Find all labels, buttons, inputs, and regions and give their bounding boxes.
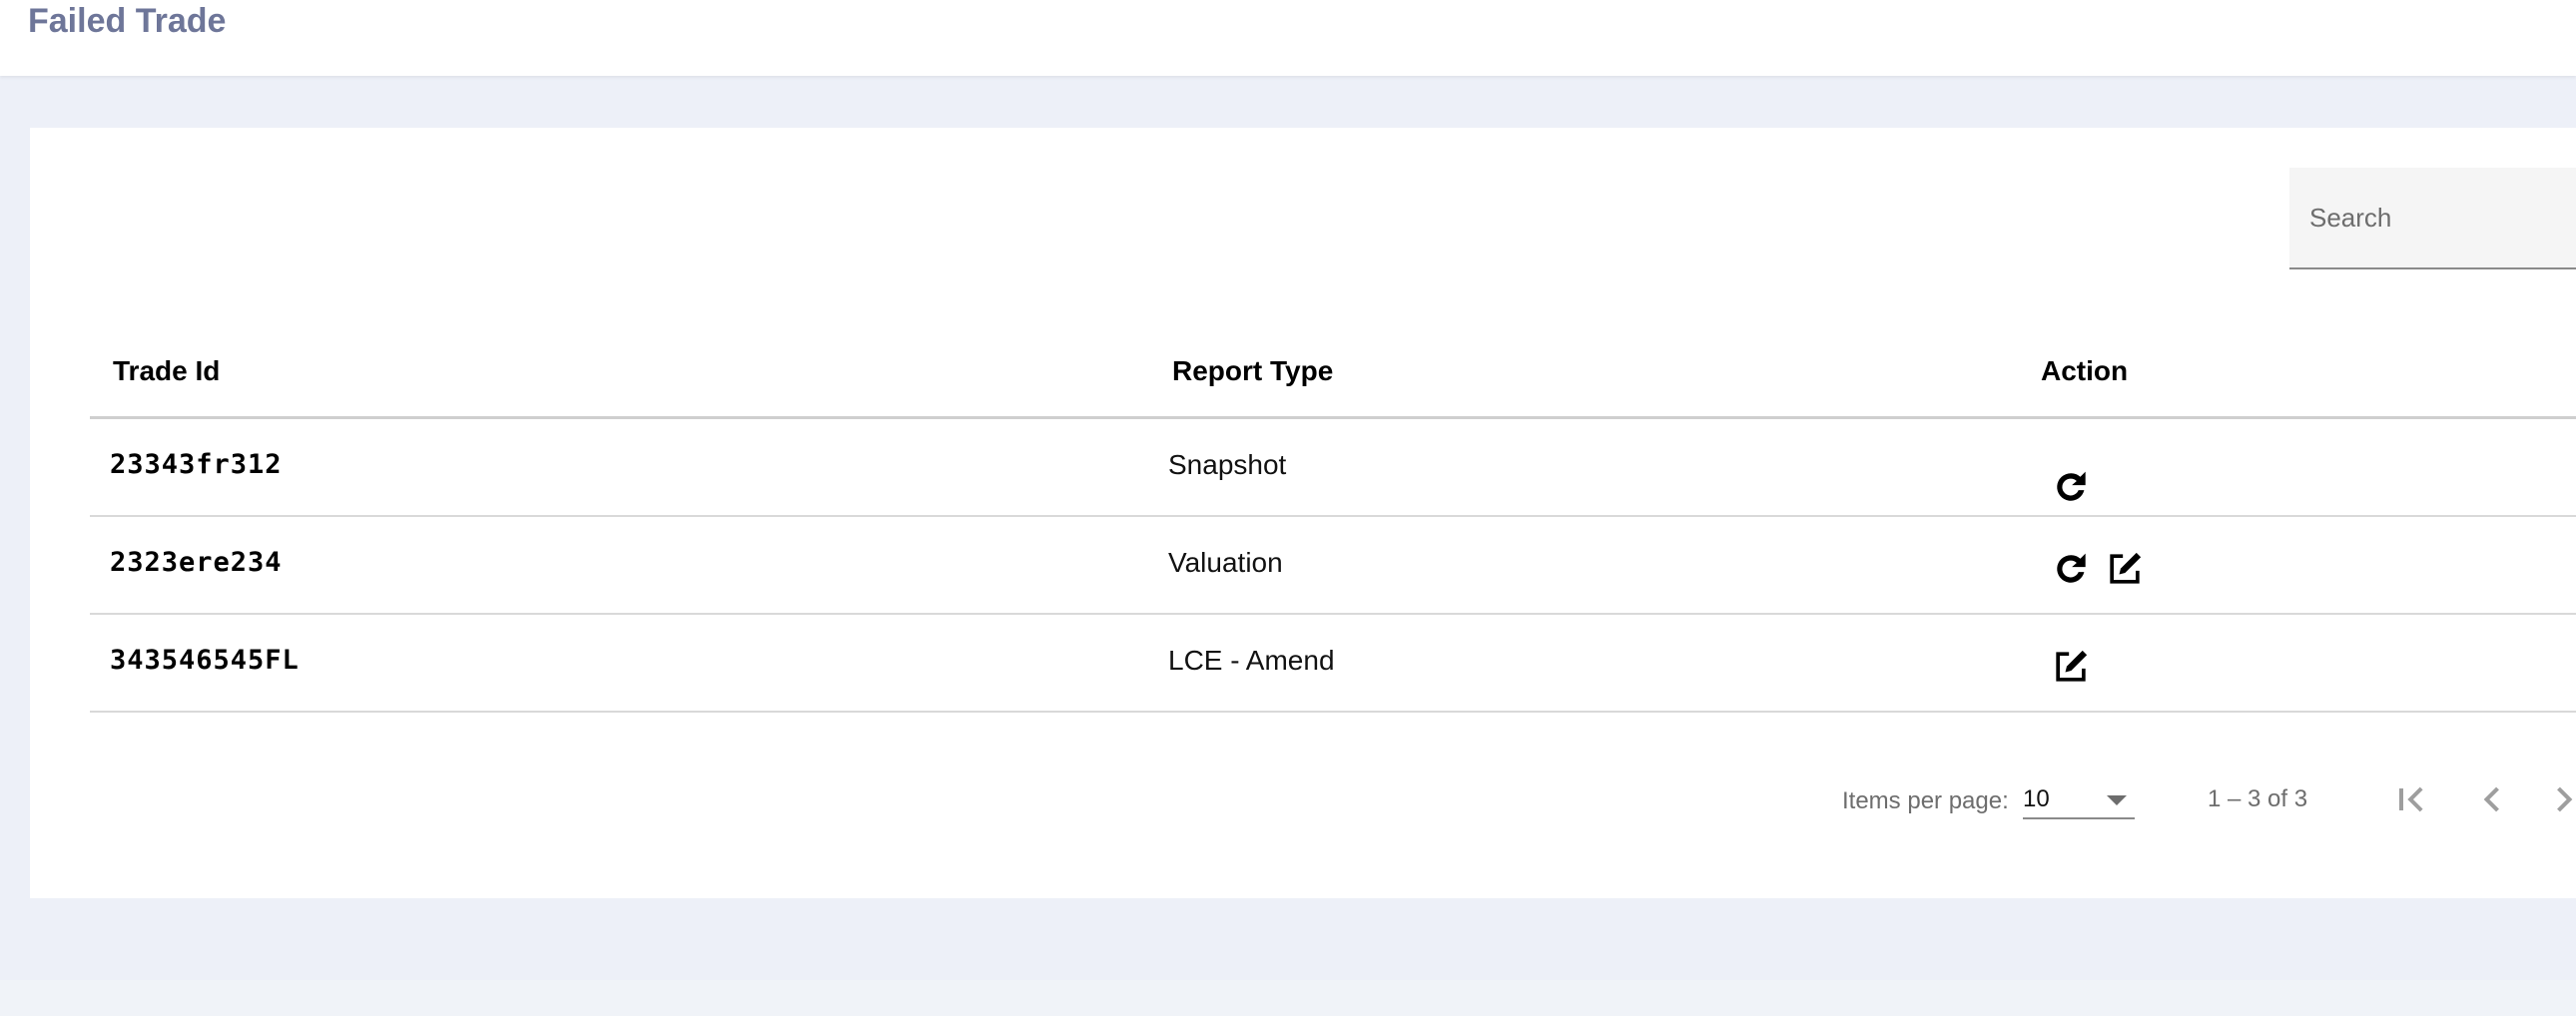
trades-table: Trade Id Report Type Action 23343fr312 S… <box>90 325 2576 713</box>
trade-id-cell: 23343fr312 <box>110 449 283 480</box>
dropdown-arrow-icon <box>2107 795 2127 805</box>
top-bar: Failed Trade <box>0 0 2576 76</box>
failed-trade-card: Trade Id Report Type Action 23343fr312 S… <box>30 128 2576 898</box>
search-input[interactable] <box>2289 168 2576 267</box>
items-per-page-label: Items per page: <box>1842 787 2009 814</box>
first-page-icon[interactable] <box>2390 777 2434 821</box>
column-header-action[interactable]: Action <box>2041 355 2128 387</box>
previous-page-icon[interactable] <box>2470 777 2514 821</box>
page-size-select[interactable]: 10 <box>2023 779 2135 819</box>
search-field[interactable] <box>2289 168 2576 269</box>
footer-strip <box>0 980 2576 1016</box>
refresh-icon[interactable] <box>2049 547 2093 591</box>
report-type-cell: Valuation <box>1168 547 1283 578</box>
refresh-icon[interactable] <box>2049 465 2093 509</box>
column-header-trade-id[interactable]: Trade Id <box>113 355 220 387</box>
trade-id-cell: 343546545FL <box>110 645 300 676</box>
next-page-icon[interactable] <box>2542 777 2576 821</box>
edit-icon[interactable] <box>2049 645 2093 689</box>
edit-icon[interactable] <box>2103 547 2147 591</box>
column-header-report-type[interactable]: Report Type <box>1172 355 1333 387</box>
table-header: Trade Id Report Type Action <box>90 325 2576 419</box>
paginator: Items per page: 10 1 – 3 of 3 <box>30 771 2576 831</box>
report-type-cell: Snapshot <box>1168 449 1287 480</box>
page-size-value: 10 <box>2023 785 2050 812</box>
table-row: 23343fr312 Snapshot <box>90 419 2576 517</box>
page-title: Failed Trade <box>28 2 227 40</box>
table-row: 343546545FL LCE - Amend <box>90 615 2576 713</box>
trade-id-cell: 2323ere234 <box>110 547 283 578</box>
table-row: 2323ere234 Valuation <box>90 517 2576 615</box>
page-range-label: 1 – 3 of 3 <box>2208 785 2308 812</box>
report-type-cell: LCE - Amend <box>1168 645 1335 676</box>
